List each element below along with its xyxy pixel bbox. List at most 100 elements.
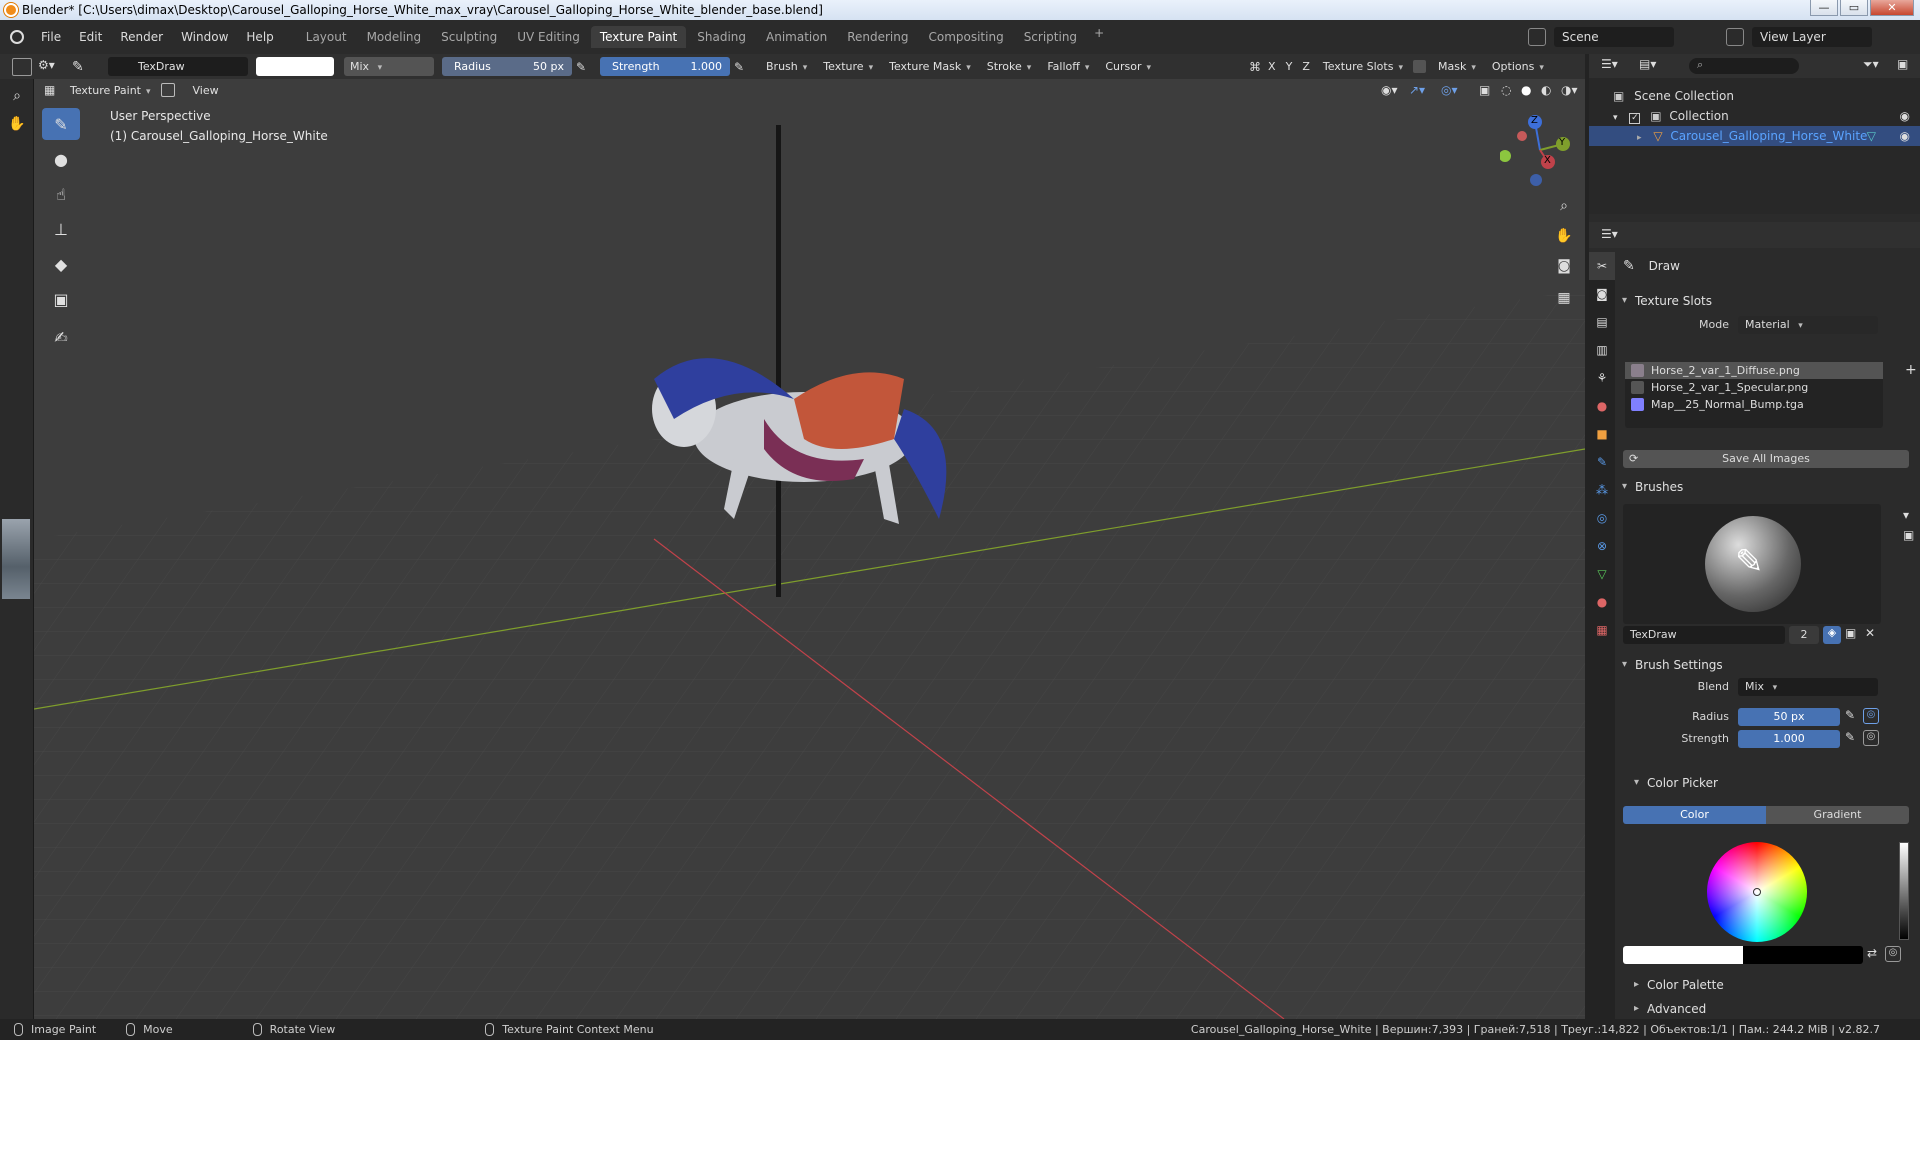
tab-texture-paint[interactable]: Texture Paint [590,26,687,48]
render-tab-icon[interactable]: ◙ [1589,280,1615,308]
tab-animation[interactable]: Animation [757,26,836,48]
gizmo-neg-z-circle[interactable] [1530,174,1542,186]
mode-dropdown[interactable]: Texture Paint [64,81,157,100]
data-tab-icon[interactable]: ▽ [1589,560,1615,588]
texture-menu[interactable]: Texture [817,57,879,76]
strength-slider[interactable]: Strength 1.000 [600,57,730,76]
texture-slot-item[interactable]: Horse_2_var_1_Specular.png [1625,379,1883,396]
tab-rendering[interactable]: Rendering [838,26,917,48]
texture-mask-menu[interactable]: Texture Mask [883,57,977,76]
texture-slots-panel-header[interactable]: Texture Slots [1619,290,1920,312]
zoom-view-icon[interactable]: ⌕ [1552,194,1576,218]
brush-preview[interactable]: ✎ [1623,504,1881,624]
blender-menu-icon[interactable] [10,30,24,44]
image-preview-thumbnail[interactable] [2,519,30,599]
object-visibility-icon[interactable]: ◉ [1900,126,1910,146]
scene-selector[interactable]: Scene [1554,27,1674,47]
symmetry-icon[interactable]: ⌘ [1249,60,1265,74]
radius-slider[interactable]: Radius 50 px [442,57,572,76]
duplicate-brush-icon[interactable]: ▣ [1845,626,1856,640]
tab-uv-editing[interactable]: UV Editing [508,26,589,48]
tool-settings-icon[interactable]: ⚙▾ [38,58,64,76]
color-picker-subpanel-header[interactable]: Color Picker [1631,772,1920,794]
menu-render[interactable]: Render [111,20,172,54]
object-expand-icon[interactable]: ▸ [1637,133,1642,143]
radius-unit-icon[interactable]: ◎ [1863,708,1879,724]
view-layer-selector[interactable]: View Layer [1752,27,1872,47]
color-palette-subpanel-header[interactable]: Color Palette [1631,974,1920,996]
symmetry-x-toggle[interactable]: X [1265,57,1279,76]
brushes-panel-header[interactable]: Brushes [1619,476,1920,498]
outliner-display-icon[interactable]: ▤▾ [1639,57,1656,71]
texture-slot-item[interactable]: Horse_2_var_1_Diffuse.png [1625,362,1883,379]
color-swatch-primary[interactable] [1623,946,1743,964]
scene-icon[interactable] [1528,28,1546,46]
wireframe-shading-icon[interactable]: ◌ [1501,83,1521,97]
brush-users-count[interactable]: 2 [1789,626,1819,644]
color-swatch-secondary[interactable] [1743,946,1863,964]
gradient-tab[interactable]: Gradient [1766,806,1909,824]
camera-view-icon[interactable]: ◙ [1552,254,1576,278]
mode-dropdown[interactable]: Material [1738,316,1878,334]
outliner-filter-icon[interactable]: ⏷▾ [1863,57,1879,72]
modifier-tab-icon[interactable]: ✎ [1589,448,1615,476]
brush-name-field[interactable]: TexDraw [108,57,248,76]
radius-pressure-icon[interactable]: ✎ [576,60,592,74]
value-slider[interactable] [1899,842,1909,940]
outliner-new-collection-icon[interactable]: ▣ [1897,57,1908,71]
unlink-brush-icon[interactable]: ✕ [1865,626,1875,640]
tab-compositing[interactable]: Compositing [919,26,1012,48]
outliner-object-row[interactable]: ▸ ▽ Carousel_Galloping_Horse_White ▽ ◉ [1589,126,1920,146]
brush-color-swatch[interactable] [256,57,334,76]
collection-expand-icon[interactable]: ▾ [1613,113,1618,123]
collection-visibility-icon[interactable]: ◉ [1900,106,1910,126]
object-modifier-icon[interactable]: ▽ [1867,126,1876,146]
fill-tool-icon[interactable]: ◆ [42,248,80,280]
brush-name-input[interactable]: TexDraw [1623,626,1785,644]
brush-image-icon[interactable]: ▣ [1903,528,1914,542]
clone-tool-icon[interactable]: ⊥ [42,213,80,245]
editor-type-icon[interactable] [12,57,32,76]
add-workspace-button[interactable]: + [1088,26,1110,48]
annotate-tool-icon[interactable]: ✍ [42,321,80,353]
stroke-menu[interactable]: Stroke [981,57,1038,76]
outliner-search-icon[interactable]: ⌕ [1689,58,1799,74]
mask-checkbox[interactable] [1412,60,1426,73]
symmetry-y-toggle[interactable]: Y [1283,57,1296,76]
view-menu[interactable]: View [187,81,225,100]
particles-tab-icon[interactable]: ⁂ [1589,476,1615,504]
tab-layout[interactable]: Layout [297,26,356,48]
fake-user-icon[interactable]: ◈ [1823,626,1841,644]
save-all-images-button[interactable]: ⟳ Save All Images [1623,450,1909,468]
advanced-subpanel-header[interactable]: Advanced [1631,998,1920,1020]
menu-edit[interactable]: Edit [70,20,111,54]
pan-view-icon[interactable]: ✋ [1552,224,1576,248]
color-wheel-cursor[interactable] [1753,888,1761,896]
cursor-menu[interactable]: Cursor [1099,57,1157,76]
menu-file[interactable]: File [32,20,70,54]
symmetry-z-toggle[interactable]: Z [1299,57,1313,76]
strength-unified-icon[interactable]: ◎ [1863,730,1879,746]
gizmo-toggle-icon[interactable]: ↗▾ [1409,83,1441,97]
smear-tool-icon[interactable]: ☝ [42,178,80,210]
collection-checkbox[interactable]: ✓ [1629,113,1641,124]
brush-list-expand-icon[interactable]: ▾ [1903,508,1909,522]
color-wheel[interactable] [1707,842,1807,942]
maximize-button[interactable]: ▭ [1840,0,1868,16]
draw-tool-icon[interactable]: ✎ [42,108,80,140]
material-tab-icon[interactable]: ● [1589,588,1615,616]
options-popover[interactable]: Options [1486,57,1550,76]
tab-shading[interactable]: Shading [688,26,755,48]
swap-colors-icon[interactable]: ⇄ [1867,946,1877,960]
brush-settings-panel-header[interactable]: Brush Settings [1619,654,1920,676]
outliner-collection[interactable]: ▾ ✓ ▣ Collection ◉ [1589,106,1920,126]
brush-menu[interactable]: Brush [760,57,813,76]
object-tab-icon[interactable]: ■ [1589,420,1615,448]
xray-toggle-icon[interactable]: ▣ [1479,83,1501,97]
scene-tab-icon[interactable]: ⚘ [1589,364,1615,392]
gizmo-neg-x-circle[interactable] [1517,131,1527,141]
strength-slider[interactable]: 1.000 [1738,730,1840,748]
texture-tab-icon[interactable]: ▦ [1589,616,1615,644]
gizmo-neg-y-circle[interactable] [1499,150,1511,162]
outliner-scene-collection[interactable]: ▣ Scene Collection [1589,86,1920,106]
